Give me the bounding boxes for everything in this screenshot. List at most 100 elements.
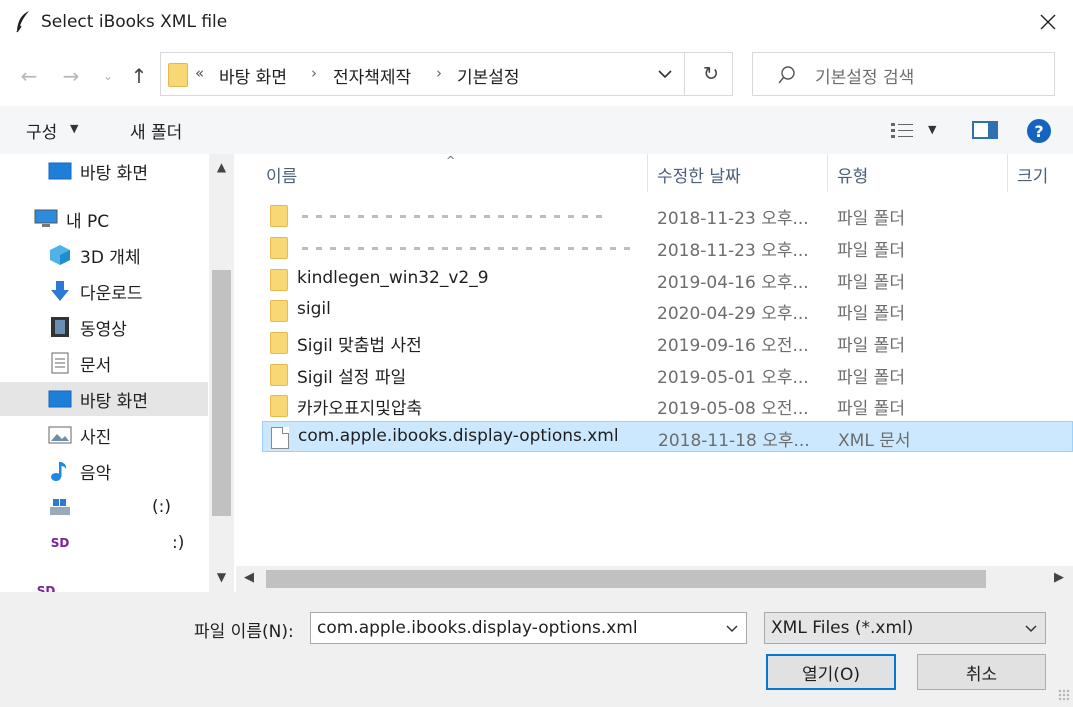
list-item[interactable]: 카카오표지및압축 2019-05-08 오전... 파일 폴더 — [262, 390, 1073, 421]
sidebar-item-label: (:) — [152, 497, 171, 517]
drive-icon — [48, 497, 72, 517]
sidebar-item-videos[interactable]: 동영상 — [48, 310, 208, 344]
list-item[interactable]: 2018-11-23 오후... 파일 폴더 — [262, 200, 1073, 231]
sidebar-item-documents[interactable]: 문서 — [48, 346, 208, 380]
sidebar-item-drive[interactable]: (:) — [48, 490, 208, 524]
recent-locations-button[interactable]: ⌄ — [98, 62, 118, 90]
file-name: Sigil 맞춤법 사전 — [297, 336, 422, 356]
file-type-value: XML Files (*.xml) — [771, 618, 914, 638]
breadcrumb-item[interactable]: 전자책제작 — [333, 63, 411, 88]
3d-objects-icon — [48, 245, 72, 265]
sidebar-item-label: 문서 — [80, 355, 112, 376]
new-folder-button[interactable]: 새 폴더 — [130, 118, 182, 143]
sidebar-item-sd-card-2[interactable]: SD — [34, 574, 208, 592]
sidebar-item-this-pc[interactable]: 내 PC — [34, 202, 208, 236]
file-type: 파일 폴더 — [837, 304, 905, 324]
organize-button[interactable]: 구성 — [26, 118, 57, 143]
help-icon[interactable]: ? — [1027, 119, 1051, 143]
file-type: 파일 폴더 — [837, 241, 905, 261]
column-divider[interactable] — [1007, 154, 1008, 192]
column-divider[interactable] — [827, 154, 828, 192]
sidebar-item-desktop-quick[interactable]: 바탕 화면 — [48, 154, 208, 188]
list-item[interactable]: 2018-11-23 오후... 파일 폴더 — [262, 232, 1073, 263]
resize-grip-icon[interactable] — [1058, 689, 1070, 701]
redacted-name — [302, 247, 632, 250]
address-dropdown-button[interactable] — [645, 53, 685, 95]
scroll-right-icon[interactable]: ▶ — [1054, 570, 1064, 585]
list-item-selected[interactable]: com.apple.ibooks.display-options.xml 201… — [262, 421, 1073, 452]
forward-button[interactable]: → — [56, 62, 86, 90]
caret-down-icon[interactable]: ▼ — [70, 122, 78, 135]
file-date: 2019-04-16 오후... — [657, 273, 809, 293]
file-date: 2019-05-01 오후... — [657, 368, 809, 388]
list-item[interactable]: Sigil 맞춤법 사전 2019-09-16 오전... 파일 폴더 — [262, 327, 1073, 358]
file-date: 2019-05-08 오전... — [657, 399, 809, 419]
sd-card-icon: SD — [36, 584, 56, 592]
chevron-down-icon — [657, 70, 672, 79]
column-header-size[interactable]: 크기 — [1017, 154, 1048, 194]
cancel-button[interactable]: 취소 — [917, 654, 1046, 690]
scroll-left-icon[interactable]: ◀ — [244, 570, 254, 585]
list-item[interactable]: kindlegen_win32_v2_9 2019-04-16 오후... 파일… — [262, 264, 1073, 295]
sidebar-item-desktop[interactable]: 바탕 화면 — [0, 382, 208, 416]
title-bar: Select iBooks XML file — [0, 0, 1073, 46]
search-icon — [778, 66, 795, 84]
folder-icon — [270, 332, 288, 354]
filename-value: com.apple.ibooks.display-options.xml — [317, 618, 638, 638]
column-header-type[interactable]: 유형 — [837, 154, 868, 194]
sidebar-item-music[interactable]: 음악 — [48, 454, 208, 488]
back-button[interactable]: ← — [14, 62, 44, 90]
feather-icon — [16, 11, 29, 33]
address-bar[interactable]: « 바탕 화면 › 전자책제작 › 기본설정 ↻ — [160, 52, 733, 96]
scrollbar-thumb[interactable] — [266, 570, 986, 588]
file-name: Sigil 설정 파일 — [297, 368, 407, 388]
chevron-down-icon — [1025, 625, 1037, 633]
file-date: 2018-11-18 오후... — [658, 431, 810, 451]
breadcrumb-separator-icon[interactable]: › — [311, 64, 317, 82]
column-header-date[interactable]: 수정한 날짜 — [657, 154, 741, 194]
arrow-up-icon: ↑ — [130, 64, 148, 88]
sidebar-item-sd-card[interactable]: SD :) — [48, 526, 208, 560]
horizontal-scrollbar[interactable]: ◀ ▶ — [236, 566, 1073, 592]
file-type: 파일 폴더 — [837, 209, 905, 229]
sidebar-item-label: 음악 — [80, 463, 112, 484]
sidebar-item-pictures[interactable]: 사진 — [48, 418, 208, 452]
column-header-name[interactable]: 이름 — [266, 154, 297, 194]
navigation-pane: 바탕 화면 내 PC 3D 개체 다운로드 동영상 문서 바탕 화면 사진 음악… — [0, 154, 236, 592]
view-options-icon[interactable] — [890, 120, 914, 140]
breadcrumb-separator-icon[interactable]: › — [436, 64, 442, 82]
list-item[interactable]: Sigil 설정 파일 2019-05-01 오후... 파일 폴더 — [262, 359, 1073, 390]
column-divider[interactable] — [647, 154, 648, 192]
video-icon — [48, 317, 72, 337]
scrollbar-thumb[interactable] — [212, 270, 231, 516]
music-icon — [48, 461, 72, 481]
search-input[interactable]: 기본설정 검색 — [752, 52, 1055, 96]
breadcrumb-item[interactable]: 바탕 화면 — [219, 63, 287, 88]
filename-label: 파일 이름(N): — [194, 622, 294, 642]
file-type-select[interactable]: XML Files (*.xml) — [764, 612, 1046, 644]
navigation-scrollbar[interactable]: ▲ ▼ — [209, 154, 234, 592]
breadcrumb-overflow[interactable]: « — [195, 64, 204, 82]
breadcrumb-item[interactable]: 기본설정 — [457, 63, 520, 88]
up-button[interactable]: ↑ — [124, 62, 154, 90]
refresh-button[interactable]: ↻ — [689, 53, 733, 95]
sd-card-icon: SD — [50, 536, 70, 550]
folder-icon — [270, 269, 288, 291]
close-button[interactable] — [1026, 4, 1070, 40]
list-item[interactable]: sigil 2020-04-29 오후... 파일 폴더 — [262, 295, 1073, 326]
scroll-down-icon[interactable]: ▼ — [209, 570, 234, 584]
redacted-name — [302, 215, 602, 218]
file-name: kindlegen_win32_v2_9 — [297, 268, 489, 288]
scroll-up-icon[interactable]: ▲ — [209, 160, 234, 174]
open-button[interactable]: 열기(O) — [766, 654, 896, 690]
sidebar-item-label: 바탕 화면 — [80, 163, 148, 184]
sidebar-item-downloads[interactable]: 다운로드 — [48, 274, 208, 308]
preview-pane-icon[interactable] — [972, 121, 998, 139]
filename-input[interactable]: com.apple.ibooks.display-options.xml — [310, 612, 747, 644]
desktop-icon — [48, 161, 72, 181]
chevron-down-icon[interactable] — [724, 620, 740, 636]
folder-icon — [270, 205, 288, 227]
sidebar-item-3d-objects[interactable]: 3D 개체 — [48, 238, 208, 272]
sidebar-item-label: :) — [172, 533, 185, 553]
caret-down-icon[interactable]: ▼ — [928, 123, 936, 136]
